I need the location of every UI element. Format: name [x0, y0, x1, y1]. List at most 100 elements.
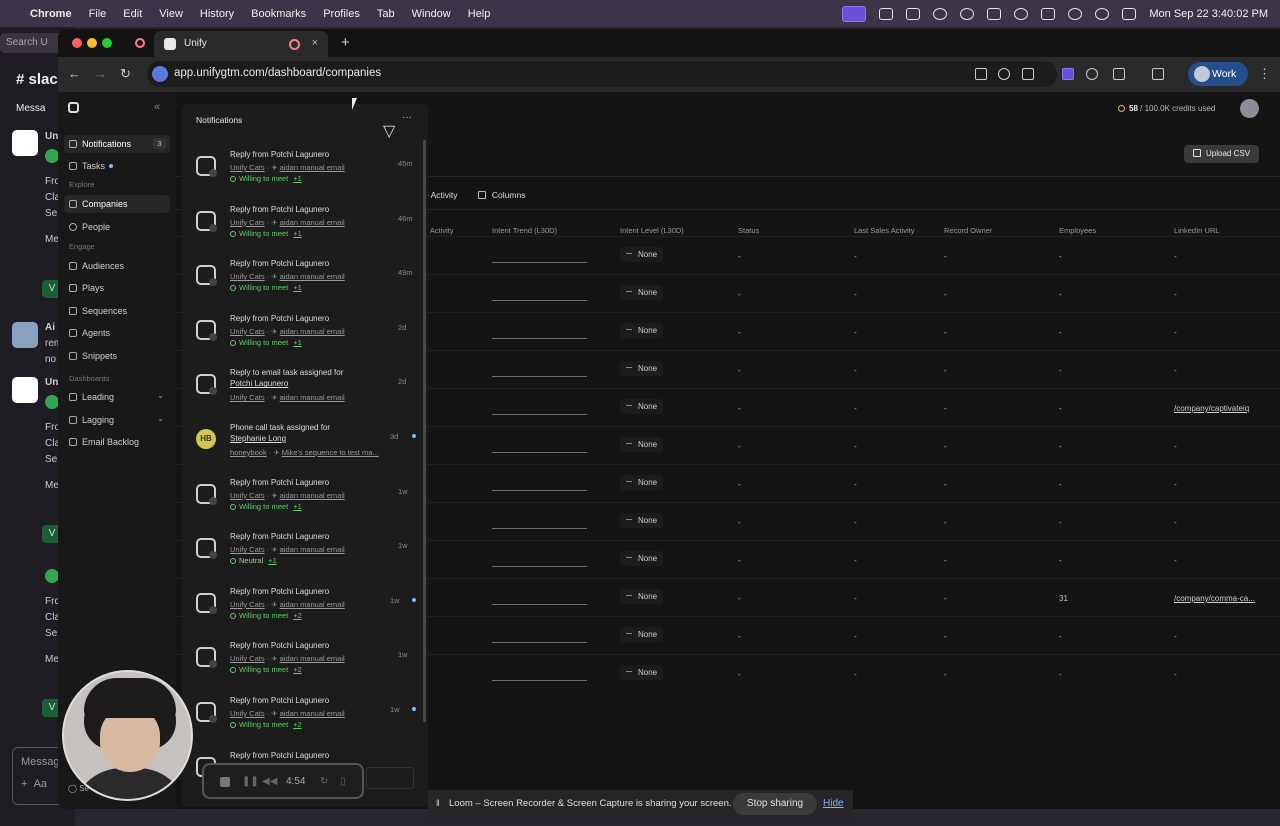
cloud-icon[interactable]: [933, 7, 948, 20]
linkedin-url-cell[interactable]: /company/comma-ca...: [1174, 594, 1255, 603]
workspace-link[interactable]: Unify Cats: [230, 218, 265, 227]
extension-icon[interactable]: [1086, 68, 1098, 80]
sequence-link[interactable]: Mike's sequence to test ma...: [282, 448, 379, 457]
battery-icon[interactable]: [1041, 7, 1056, 20]
sequence-link[interactable]: aidan manual email: [280, 218, 345, 227]
maximize-window-button[interactable]: [102, 38, 112, 48]
menu-tab[interactable]: Tab: [377, 8, 395, 20]
notification-item[interactable]: Reply from Potchi Lagunero Unify Cats · ✈…: [194, 259, 419, 309]
bookmark-star-icon[interactable]: [1022, 68, 1034, 80]
column-header[interactable]: Intent Level (L30D): [620, 226, 684, 235]
more-tags-link[interactable]: +1: [268, 556, 277, 565]
clipboard-icon[interactable]: [1014, 7, 1029, 20]
sidebar-item-tasks[interactable]: Tasks: [64, 157, 170, 175]
more-tags-link[interactable]: +1: [293, 174, 302, 183]
sidebar-item-companies[interactable]: Companies: [64, 195, 170, 213]
extension-icon[interactable]: [960, 7, 975, 20]
trash-icon[interactable]: ▯: [340, 776, 346, 787]
menu-profiles[interactable]: Profiles: [323, 8, 360, 20]
hide-button[interactable]: Hide: [823, 798, 844, 809]
notification-item[interactable]: HB Phone call task assigned for Stephanie …: [194, 423, 419, 473]
profile-button[interactable]: Work: [1188, 62, 1248, 86]
menu-file[interactable]: File: [89, 8, 107, 20]
minimize-window-button[interactable]: [87, 38, 97, 48]
notification-item[interactable]: Reply to email task assigned for Potchi L…: [194, 368, 419, 418]
sidebar-item-leading[interactable]: Leading ⌄: [64, 388, 170, 406]
install-app-icon[interactable]: [975, 68, 987, 80]
more-tags-link[interactable]: +2: [293, 720, 302, 729]
sequence-link[interactable]: aidan manual email: [280, 709, 345, 718]
rewind-icon[interactable]: ◀◀: [262, 776, 277, 787]
menu-view[interactable]: View: [159, 8, 183, 20]
pause-share-icon[interactable]: ‖: [436, 798, 440, 808]
activity-button[interactable]: e Activity: [424, 190, 458, 200]
menu-clock[interactable]: Mon Sep 22 3:40:02 PM: [1149, 8, 1268, 20]
extensions-puzzle-icon[interactable]: [1113, 68, 1125, 80]
sequence-link[interactable]: aidan manual email: [280, 327, 345, 336]
column-header[interactable]: Status: [738, 226, 759, 235]
stop-sharing-button[interactable]: Stop sharing: [733, 793, 817, 815]
column-header[interactable]: Record Owner: [944, 226, 992, 235]
new-tab-button[interactable]: +: [341, 34, 350, 51]
notification-item[interactable]: Reply from Potchi Lagunero Unify Cats · ✈…: [194, 696, 419, 746]
menu-bookmarks[interactable]: Bookmarks: [251, 8, 306, 20]
notification-item[interactable]: Reply from Potchi Lagunero Unify Cats · ✈…: [194, 150, 419, 200]
menu-help[interactable]: Help: [468, 8, 491, 20]
chevron-down-icon[interactable]: ⌄: [157, 391, 164, 400]
plus-icon[interactable]: +: [21, 778, 27, 790]
filter-icon[interactable]: ▽: [383, 115, 395, 140]
loom-webcam-bubble[interactable]: [62, 670, 193, 801]
sequence-link[interactable]: aidan manual email: [280, 654, 345, 663]
close-window-button[interactable]: [72, 38, 82, 48]
restart-icon[interactable]: ↻: [320, 776, 328, 787]
sidebar-item-notifications[interactable]: Notifications 3: [64, 135, 170, 153]
more-tags-link[interactable]: +1: [293, 502, 302, 511]
sequence-link[interactable]: aidan manual email: [280, 545, 345, 554]
status-icon[interactable]: [879, 7, 894, 20]
column-header[interactable]: Employees: [1059, 226, 1096, 235]
more-tags-link[interactable]: +1: [293, 283, 302, 292]
sequence-link[interactable]: aidan manual email: [280, 393, 345, 402]
sidebar-item-lagging[interactable]: Lagging ⌄: [64, 411, 170, 429]
more-tags-link[interactable]: +1: [293, 338, 302, 347]
notification-item[interactable]: Reply from Potchi Lagunero Unify Cats · ✈…: [194, 205, 419, 255]
control-icon[interactable]: [906, 7, 921, 20]
close-tab-icon[interactable]: ×: [312, 37, 318, 49]
sidebar-item-audiences[interactable]: Audiences: [64, 257, 170, 275]
workspace-link[interactable]: Unify Cats: [230, 654, 265, 663]
site-info-icon[interactable]: [152, 66, 168, 82]
forward-icon[interactable]: →: [94, 66, 107, 81]
zoom-icon[interactable]: [998, 68, 1010, 80]
more-tags-link[interactable]: +2: [293, 665, 302, 674]
notification-item[interactable]: Reply from Potchi Lagunero Unify Cats · ✈…: [194, 478, 419, 528]
notification-contact-link[interactable]: Stephanie Long: [230, 434, 286, 443]
search-input[interactable]: [366, 767, 414, 789]
workspace-link[interactable]: Unify Cats: [230, 272, 265, 281]
sidebar-item-agents[interactable]: Agents: [64, 324, 170, 342]
address-bar[interactable]: app.unifygtm.com/dashboard/companies: [147, 61, 1057, 87]
chevron-down-icon[interactable]: ⌄: [157, 414, 164, 423]
column-header[interactable]: Last Sales Activity: [854, 226, 914, 235]
menu-history[interactable]: History: [200, 8, 234, 20]
workspace-link[interactable]: Unify Cats: [230, 545, 265, 554]
sidebar-item-snippets[interactable]: Snippets: [64, 347, 170, 365]
column-header[interactable]: LinkedIn URL: [1174, 226, 1219, 235]
sequence-link[interactable]: aidan manual email: [280, 272, 345, 281]
workspace-link[interactable]: Unify Cats: [230, 393, 265, 402]
more-tags-link[interactable]: +2: [293, 611, 302, 620]
notification-item[interactable]: Reply from Potchi Lagunero Unify Cats · ✈…: [194, 641, 419, 691]
workspace-link[interactable]: Unify Cats: [230, 600, 265, 609]
upload-csv-button[interactable]: Upload CSV: [1184, 145, 1259, 163]
column-header[interactable]: b Activity: [424, 226, 454, 235]
notification-contact-link[interactable]: Potchi Lagunero: [230, 379, 288, 388]
sequence-link[interactable]: aidan manual email: [280, 163, 345, 172]
workspace-link[interactable]: Unify Cats: [230, 491, 265, 500]
format-icon[interactable]: Aa: [34, 778, 47, 790]
workspace-link[interactable]: honeybook: [230, 448, 267, 457]
stop-recording-button[interactable]: [220, 777, 230, 787]
scrollbar[interactable]: [423, 140, 426, 722]
column-header[interactable]: Intent Trend (L30D): [492, 226, 557, 235]
more-options-icon[interactable]: ···: [402, 112, 412, 123]
sidebar-item-plays[interactable]: Plays: [64, 279, 170, 297]
more-tags-link[interactable]: +1: [293, 229, 302, 238]
